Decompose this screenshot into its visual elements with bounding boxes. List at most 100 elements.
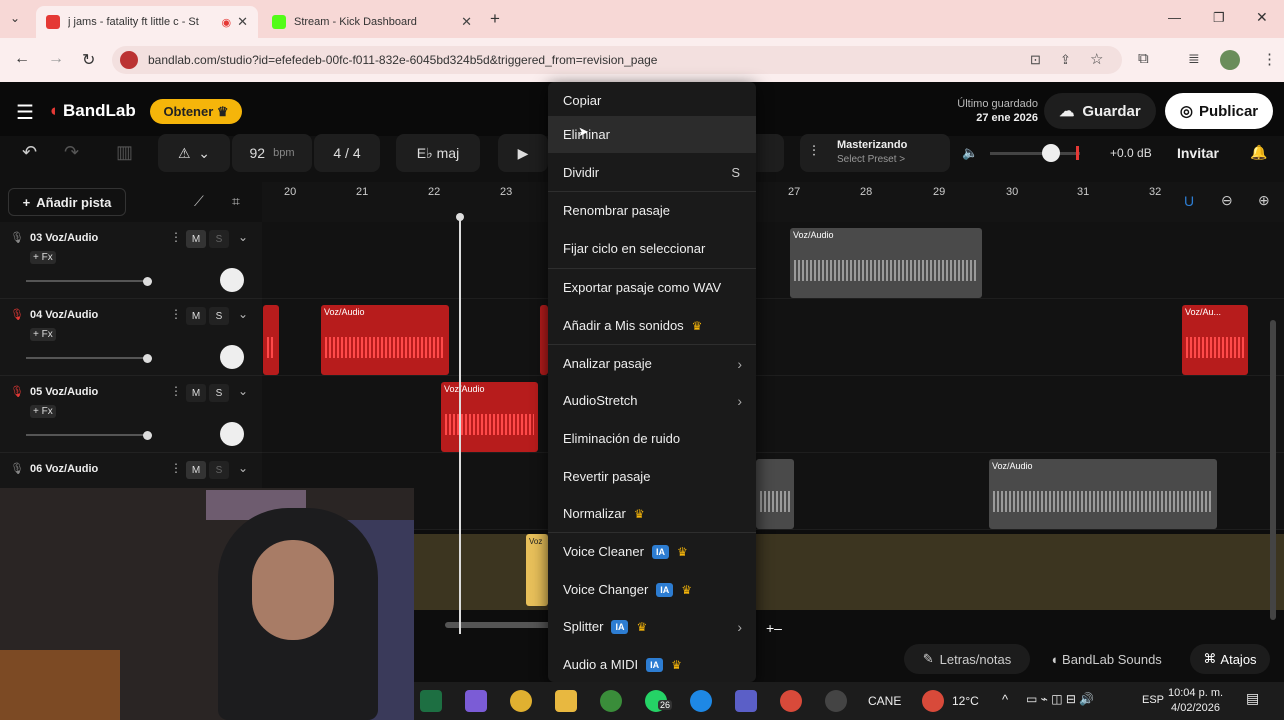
audio-clip-selected[interactable]: Voz bbox=[526, 534, 548, 606]
bandlab-logo[interactable]: ◖ BandLab bbox=[48, 101, 136, 121]
app-icon[interactable] bbox=[825, 690, 847, 712]
solo-button[interactable]: S bbox=[209, 384, 229, 402]
mute-button[interactable]: M bbox=[186, 384, 206, 402]
menu-item-eliminacion-ruido[interactable]: Eliminación de ruido bbox=[548, 420, 756, 457]
pan-knob[interactable] bbox=[220, 268, 244, 292]
master-volume-knob[interactable] bbox=[1042, 144, 1060, 162]
horizontal-scrollbar[interactable] bbox=[445, 622, 555, 628]
menu-item-fijar-ciclo[interactable]: Fijar ciclo en seleccionar bbox=[548, 230, 756, 267]
chevron-down-icon[interactable]: ⌄ bbox=[238, 307, 248, 321]
close-tab-icon[interactable]: ✕ bbox=[237, 14, 248, 30]
menu-item-dividir[interactable]: Dividir S bbox=[548, 154, 756, 191]
chevron-down-icon[interactable]: ⌄ bbox=[238, 384, 248, 398]
menu-item-analizar[interactable]: Analizar pasaje › bbox=[548, 345, 756, 382]
language-indicator[interactable]: ESP bbox=[1142, 694, 1164, 706]
minimize-window-button[interactable]: — bbox=[1168, 10, 1181, 25]
pan-knob[interactable] bbox=[220, 422, 244, 446]
url-input[interactable]: bandlab.com/studio?id=efefedeb-00fc-f011… bbox=[112, 46, 1122, 74]
tray-icons[interactable]: ▭ ⌁ ◫ ⊟ 🔊 bbox=[1026, 692, 1094, 706]
track-volume-knob[interactable] bbox=[143, 431, 152, 440]
audio-clip[interactable] bbox=[756, 459, 794, 529]
menu-item-splitter[interactable]: Splitter IA ♛ › bbox=[548, 608, 756, 645]
audio-clip[interactable]: Voz/Au... bbox=[1182, 305, 1248, 375]
audio-clip[interactable] bbox=[540, 305, 548, 375]
solo-button[interactable]: S bbox=[209, 307, 229, 325]
obtener-button[interactable]: Obtener ♛ bbox=[150, 99, 242, 124]
tab-search-icon[interactable]: ⌄ bbox=[10, 11, 20, 25]
zoom-plus-icon[interactable]: +– bbox=[766, 620, 782, 636]
invite-button[interactable]: Invitar bbox=[1168, 134, 1228, 172]
forward-icon[interactable]: → bbox=[48, 50, 64, 68]
mute-button[interactable]: M bbox=[186, 461, 206, 479]
chrome-icon[interactable] bbox=[510, 690, 532, 712]
menu-item-voice-changer[interactable]: Voice Changer IA ♛ bbox=[548, 571, 756, 608]
track-name[interactable]: 06 Voz/Audio bbox=[30, 463, 98, 475]
browser-icon[interactable] bbox=[690, 690, 712, 712]
tab-kick[interactable]: Stream - Kick Dashboard ✕ bbox=[262, 6, 482, 38]
lyrics-notes-button[interactable]: ✎ Letras/notas bbox=[904, 644, 1030, 674]
weather-icon[interactable] bbox=[922, 690, 944, 712]
hamburger-menu-icon[interactable]: ☰ bbox=[16, 100, 34, 125]
track-volume-slider[interactable] bbox=[26, 357, 148, 359]
publish-button[interactable]: ◎ Publicar bbox=[1165, 93, 1273, 129]
audio-clip[interactable]: Voz/Audio bbox=[790, 228, 982, 298]
close-tab-icon[interactable]: ✕ bbox=[461, 14, 472, 30]
track-name[interactable]: 05 Voz/Audio bbox=[30, 386, 98, 398]
record-arm-icon[interactable]: 🎙 bbox=[10, 308, 24, 321]
notifications-icon[interactable]: ▤ bbox=[1246, 690, 1259, 707]
zoom-out-icon[interactable]: ⊖ bbox=[1221, 192, 1233, 209]
extensions-icon[interactable]: ⧉ bbox=[1138, 50, 1149, 67]
menu-item-renombrar[interactable]: Renombrar pasaje bbox=[548, 192, 756, 229]
zoom-in-icon[interactable]: ⊕ bbox=[1258, 192, 1270, 209]
speaker-icon[interactable]: 🔈 bbox=[962, 145, 978, 161]
solo-button[interactable]: S bbox=[209, 230, 229, 248]
system-clock[interactable]: 10:04 p. m. 4/02/2026 bbox=[1168, 686, 1223, 716]
menu-item-eliminar[interactable]: Eliminar ➤ bbox=[548, 116, 756, 153]
audio-clip[interactable]: Voz/Audio bbox=[989, 459, 1217, 529]
mute-button[interactable]: M bbox=[186, 230, 206, 248]
teams-icon[interactable] bbox=[735, 690, 757, 712]
fx-button[interactable]: + Fx bbox=[30, 251, 56, 264]
track-menu-icon[interactable]: ⋮ bbox=[170, 230, 182, 244]
audio-clip[interactable]: Voz/Audio bbox=[321, 305, 449, 375]
pan-knob[interactable] bbox=[220, 345, 244, 369]
chrome-active-icon[interactable] bbox=[780, 690, 802, 712]
cast-icon[interactable]: ⊡ bbox=[1030, 52, 1041, 68]
bandlab-sounds-button[interactable]: ◖ BandLab Sounds bbox=[1036, 644, 1176, 674]
media-control-icon[interactable]: ≣ bbox=[1188, 50, 1200, 67]
reload-icon[interactable]: ↻ bbox=[82, 50, 95, 70]
key-field[interactable]: E♭ maj bbox=[396, 134, 480, 172]
bookmark-star-icon[interactable]: ☆ bbox=[1090, 50, 1103, 68]
menu-item-copiar[interactable]: Copiar bbox=[548, 82, 756, 119]
menu-item-revertir[interactable]: Revertir pasaje bbox=[548, 458, 756, 495]
menu-item-exportar-wav[interactable]: Exportar pasaje como WAV bbox=[548, 269, 756, 306]
browser-menu-icon[interactable]: ⋮ bbox=[1262, 50, 1277, 68]
record-arm-icon[interactable]: 🎙 bbox=[10, 231, 24, 244]
record-arm-icon[interactable]: 🎙 bbox=[10, 462, 24, 475]
playhead[interactable] bbox=[459, 216, 461, 634]
mixer-icon[interactable]: ▥ bbox=[116, 142, 133, 163]
menu-item-audiostretch[interactable]: AudioStretch › bbox=[548, 382, 756, 419]
chevron-down-icon[interactable]: ⌄ bbox=[238, 230, 248, 244]
shortcuts-button[interactable]: ⌘ Atajos bbox=[1190, 644, 1270, 674]
track-menu-icon[interactable]: ⋮ bbox=[170, 384, 182, 398]
playhead-handle[interactable] bbox=[456, 213, 464, 221]
master-volume-slider[interactable] bbox=[990, 152, 1080, 155]
undo-icon[interactable]: ↶ bbox=[22, 142, 37, 163]
bell-icon[interactable]: 🔔 bbox=[1250, 144, 1267, 161]
profile-avatar[interactable] bbox=[1220, 50, 1240, 70]
tab-bandlab[interactable]: j jams - fatality ft little c - St ◉ ✕ bbox=[36, 6, 258, 38]
tuner-icon[interactable]: ⟋ bbox=[194, 193, 204, 210]
transport-extra[interactable] bbox=[754, 134, 784, 172]
timeline-ruler[interactable] bbox=[262, 182, 1284, 222]
magnet-icon[interactable]: U bbox=[1184, 193, 1194, 209]
file-explorer-icon[interactable] bbox=[555, 690, 577, 712]
record-arm-icon[interactable]: 🎙 bbox=[10, 385, 24, 398]
track-lane[interactable] bbox=[262, 222, 1284, 299]
install-icon[interactable]: ⇪ bbox=[1060, 52, 1071, 68]
back-icon[interactable]: ← bbox=[14, 50, 30, 68]
redo-icon[interactable]: ↷ bbox=[64, 142, 79, 163]
automation-icon[interactable]: ⌗ bbox=[232, 193, 240, 210]
play-button[interactable]: ▶ bbox=[498, 134, 548, 172]
fx-button[interactable]: + Fx bbox=[30, 328, 56, 341]
